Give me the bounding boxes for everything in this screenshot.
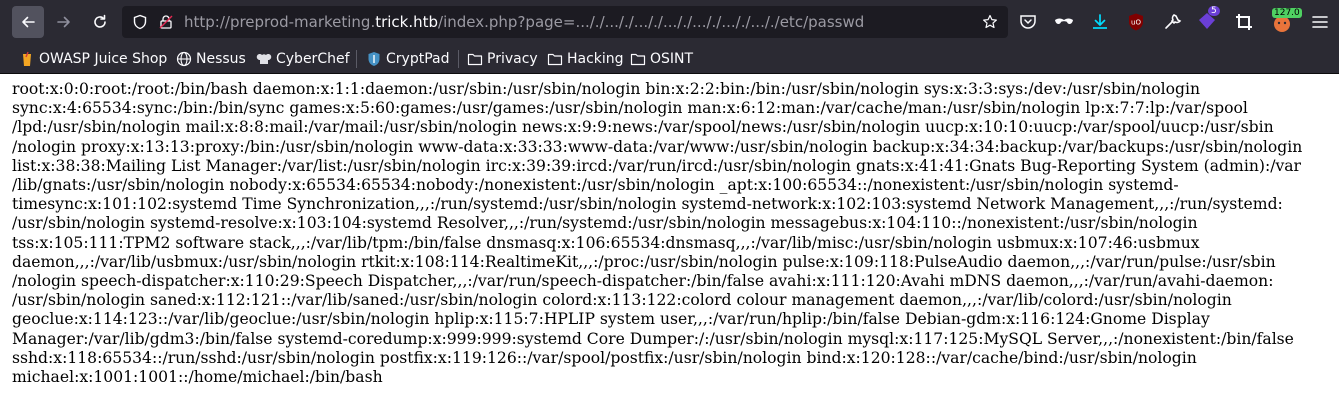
url-bar[interactable]: http://preprod-marketing.trick.htb/index…	[122, 6, 1008, 38]
browser-toolbar: http://preprod-marketing.trick.htb/index…	[0, 0, 1339, 44]
svg-text:uO: uO	[1131, 19, 1141, 27]
proxy-badge: 127.0	[1272, 8, 1302, 18]
passwd-line: /usr/sbin/nologin systemd-resolve:x:103:…	[12, 214, 1198, 233]
hamburger-menu-icon[interactable]	[1310, 12, 1330, 32]
bookmark-label: CryptPad	[386, 51, 450, 67]
passwd-line: /lpd:/usr/sbin/nologin mail:x:8:8:mail:/…	[12, 118, 1274, 137]
globe-icon	[176, 51, 192, 67]
cryptpad-icon	[368, 52, 380, 66]
arrow-right-icon	[57, 16, 70, 28]
juice-icon	[23, 51, 31, 66]
bookmark-label: Privacy	[487, 51, 538, 67]
passwd-line: /usr/sbin/nologin saned:x:112:121::/var/…	[12, 291, 1232, 310]
bookmark-cryptpad[interactable]: CryptPad	[366, 49, 449, 69]
url-path: /index.php?page=..././..././..././..././…	[438, 13, 865, 31]
passwd-line: tss:x:105:111:TPM2 software stack,,,:/va…	[12, 233, 1200, 252]
arrow-left-icon	[22, 16, 35, 28]
passwd-line: /nologin speech-dispatcher:x:110:29:Spee…	[12, 272, 1274, 291]
bookmark-separator	[458, 50, 459, 68]
extension-badge: 5	[1208, 6, 1220, 16]
passwd-line: geoclue:x:114:123::/var/lib/geoclue:/usr…	[12, 310, 1210, 329]
crop-icon[interactable]	[1234, 12, 1254, 32]
private-mask-icon[interactable]	[1054, 12, 1074, 32]
ublock-origin-icon[interactable]: uO	[1126, 12, 1146, 32]
download-icon[interactable]	[1090, 12, 1110, 32]
passwd-line: sync:x:4:65534:sync:/bin:/bin/sync games…	[12, 99, 1248, 118]
bookmark-folder-hacking[interactable]: Hacking	[547, 49, 624, 69]
url-host: trick.htb	[375, 13, 439, 31]
passwd-line: Manager:/var/lib/gdm3:/bin/false systemd…	[12, 329, 1294, 348]
forward-button[interactable]	[48, 6, 80, 38]
page-content: root:x:0:0:root:/root:/bin/bash daemon:x…	[12, 80, 1334, 387]
bookmarks-toolbar: OWASP Juice Shop Nessus CyberChef CryptP…	[0, 44, 1339, 74]
reload-button[interactable]	[84, 6, 116, 38]
extension-gem[interactable]: 5	[1196, 6, 1220, 32]
bookmark-cyberchef[interactable]: CyberChef	[256, 49, 350, 69]
folder-icon	[467, 53, 483, 66]
passwd-line: root:x:0:0:root:/root:/bin/bash daemon:x…	[12, 80, 1201, 98]
url-text[interactable]: http://preprod-marketing.trick.htb/index…	[184, 13, 864, 31]
bookmark-folder-osint[interactable]: OSINT	[630, 49, 693, 69]
passwd-line: michael:x:1001:1001::/home/michael:/bin/…	[12, 368, 383, 387]
bookmark-label: OWASP Juice Shop	[39, 51, 168, 67]
bookmark-label: OSINT	[650, 51, 694, 67]
reload-icon	[94, 14, 106, 28]
passwd-line: list:x:38:38:Mailing List Manager:/var/l…	[12, 156, 1302, 175]
bookmark-label: Nessus	[196, 51, 246, 67]
folder-icon	[630, 53, 646, 66]
bookmark-separator	[356, 50, 357, 68]
passwd-line: /lib/gnats:/usr/sbin/nologin nobody:x:65…	[12, 176, 1179, 195]
bookmark-star-icon[interactable]	[982, 14, 998, 30]
bookmark-owasp-juice-shop[interactable]: OWASP Juice Shop	[19, 49, 167, 69]
bookmark-folder-privacy[interactable]: Privacy	[467, 49, 538, 69]
shield-icon[interactable]	[132, 14, 148, 30]
pocket-icon[interactable]	[1018, 12, 1038, 32]
bookmark-label: Hacking	[567, 51, 624, 67]
folder-icon	[547, 53, 563, 66]
chef-icon	[256, 54, 272, 64]
bookmark-nessus[interactable]: Nessus	[176, 49, 246, 69]
passwd-line: daemon,,,:/var/lib/usbmux:/usr/sbin/nolo…	[12, 252, 1276, 271]
passwd-line: sshd:x:118:65534::/run/sshd:/usr/sbin/no…	[12, 348, 1197, 367]
wrench-icon[interactable]	[1162, 12, 1182, 32]
back-button[interactable]	[12, 6, 44, 38]
url-prefix: http://preprod-marketing.	[184, 13, 376, 31]
bookmark-label: CyberChef	[276, 51, 350, 67]
passwd-line: /nologin proxy:x:13:13:proxy:/bin:/usr/s…	[12, 137, 1303, 156]
passwd-line: timesync:x:101:102:systemd Time Synchron…	[12, 195, 1283, 214]
foxyproxy-extension[interactable]: 127.0	[1270, 8, 1302, 34]
insecure-lock-icon[interactable]	[158, 14, 174, 30]
